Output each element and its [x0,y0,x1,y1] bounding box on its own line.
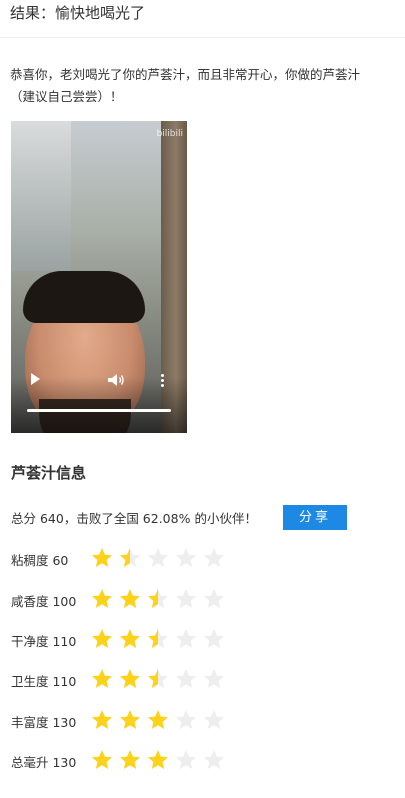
rating-label: 粘稠度 60 [11,553,69,568]
rating-row: 干净度 110 [11,627,271,651]
rating-row: 粘稠度 60 [11,546,271,570]
rating-row: 总毫升 130 [11,748,271,772]
more-options-icon[interactable] [161,374,165,388]
star-half-icon [148,669,168,688]
star-filled-icon [148,750,168,769]
star-empty-icon [204,548,224,567]
star-empty-icon [204,589,224,608]
star-empty-icon [176,629,196,648]
star-filled-icon [92,629,112,648]
video-progress-bar[interactable] [27,409,171,412]
star-empty-icon [176,669,196,688]
star-rating [90,667,240,691]
video-watermark: bilibili [156,129,183,139]
star-filled-icon [92,548,112,567]
score-text: 总分 640，击败了全国 62.08% 的小伙伴！ [11,511,257,526]
star-rating [90,748,240,772]
info-title: 芦荟汁信息 [11,464,87,482]
rating-label: 总毫升 130 [11,755,77,770]
star-empty-icon [204,750,224,769]
video-player[interactable]: bilibili [11,121,187,433]
star-rating [90,587,240,611]
star-rating [90,546,240,570]
star-empty-icon [176,548,196,567]
star-empty-icon [176,710,196,729]
share-button[interactable]: 分享 [283,505,347,530]
star-filled-icon [120,669,140,688]
star-filled-icon [120,629,140,648]
rating-row: 咸香度 100 [11,587,271,611]
star-filled-icon [92,589,112,608]
star-filled-icon [92,750,112,769]
volume-icon[interactable] [107,373,125,387]
star-empty-icon [204,669,224,688]
star-filled-icon [148,710,168,729]
star-filled-icon [120,589,140,608]
star-rating [90,627,240,651]
star-half-icon [148,629,168,648]
star-half-icon [148,589,168,608]
star-half-icon [120,548,140,567]
rating-label: 丰富度 130 [11,715,77,730]
message-line-1: 恭喜你，老刘喝光了你的芦荟汁，而且非常开心，你做的芦荟汁 [10,67,361,82]
star-empty-icon [176,750,196,769]
star-empty-icon [204,629,224,648]
rating-label: 干净度 110 [11,634,77,649]
rating-row: 卫生度 110 [11,667,271,691]
star-rating [90,708,240,732]
result-message: 恭喜你，老刘喝光了你的芦荟汁，而且非常开心，你做的芦荟汁 （建议自己尝尝）！ [10,64,405,108]
rating-row: 丰富度 130 [11,708,271,732]
star-empty-icon [176,589,196,608]
star-filled-icon [92,669,112,688]
rating-label: 卫生度 110 [11,674,77,689]
message-line-2: （建议自己尝尝）！ [10,89,123,104]
play-icon[interactable] [31,373,40,385]
header: 结果：愉快地喝光了 [0,0,405,38]
star-filled-icon [120,750,140,769]
rating-label: 咸香度 100 [11,594,77,609]
star-filled-icon [92,710,112,729]
result-text: 结果：愉快地喝光了 [10,4,146,22]
star-filled-icon [120,710,140,729]
star-empty-icon [148,548,168,567]
star-empty-icon [204,710,224,729]
